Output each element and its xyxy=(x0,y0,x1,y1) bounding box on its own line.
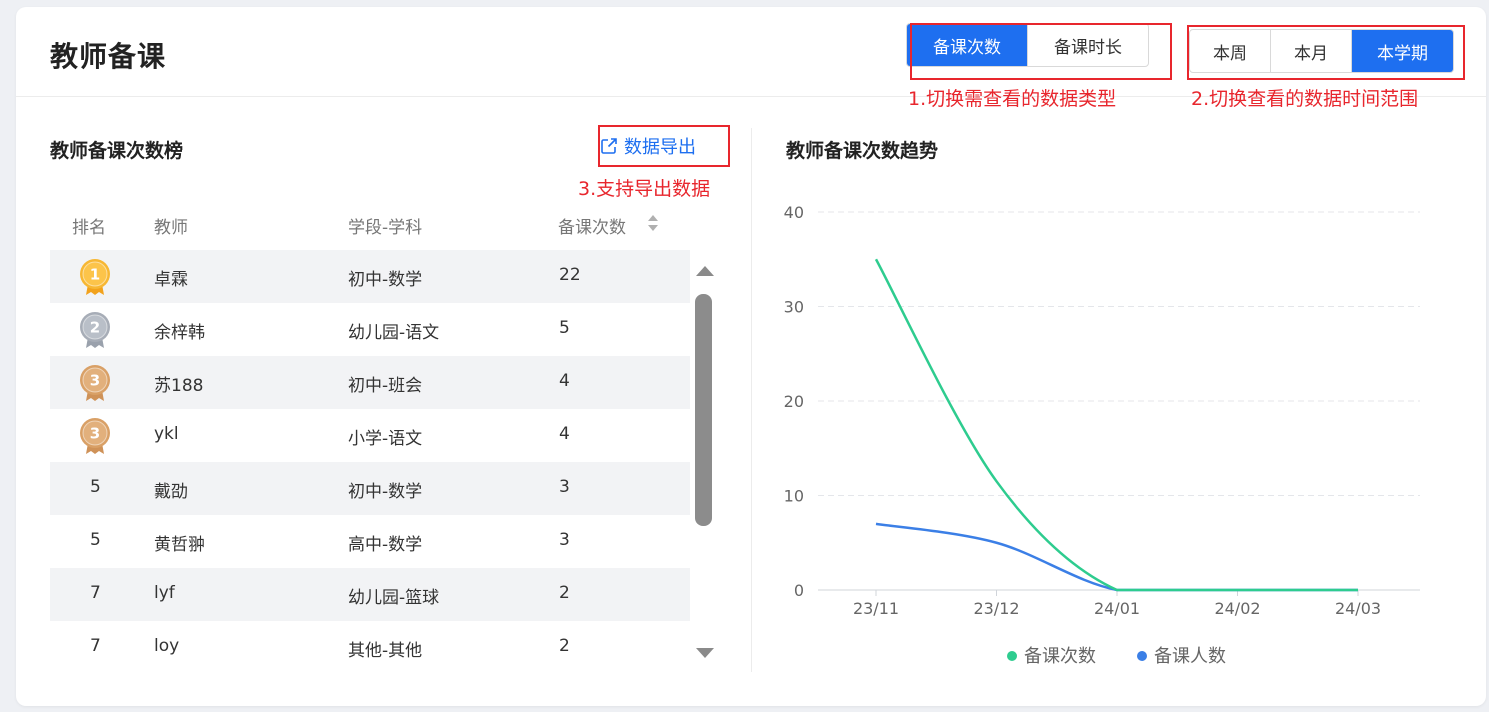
rank-value: 7 xyxy=(90,636,101,656)
col-teacher: 教师 xyxy=(154,218,188,238)
teacher-name: lyf xyxy=(154,583,175,603)
teacher-name: loy xyxy=(154,636,180,656)
export-data-link[interactable]: 数据导出 xyxy=(600,128,696,164)
legend-label: 备课人数 xyxy=(1154,646,1226,667)
export-label: 数据导出 xyxy=(624,137,696,158)
trend-title: 教师备课次数趋势 xyxy=(786,140,939,162)
teacher-name: 卓霖 xyxy=(154,270,188,290)
count-value: 3 xyxy=(559,530,570,550)
col-subject: 学段-学科 xyxy=(348,218,423,238)
teacher-name: 苏188 xyxy=(154,376,204,396)
teacher-name: ykl xyxy=(154,424,179,444)
x-tick-label: 24/02 xyxy=(1214,599,1260,618)
subject-value: 初中-班会 xyxy=(348,376,423,396)
export-icon xyxy=(601,138,617,154)
x-tick-label: 23/12 xyxy=(973,599,1019,618)
table-row: 7 lyf 幼儿园-篮球 2 xyxy=(50,568,690,621)
y-tick-label: 30 xyxy=(784,298,804,317)
subject-value: 初中-数学 xyxy=(348,482,423,502)
x-tick-label: 23/11 xyxy=(853,599,899,618)
ranking-title: 教师备课次数榜 xyxy=(50,140,184,162)
medal-gold-icon: 1 xyxy=(80,259,110,295)
subject-value: 初中-数学 xyxy=(348,270,423,290)
medal-bronze-icon: 3 xyxy=(80,365,110,401)
y-tick-label: 20 xyxy=(784,392,804,411)
scroll-down-arrow[interactable] xyxy=(696,648,714,658)
count-value: 3 xyxy=(559,477,570,497)
range-week-button[interactable]: 本周 xyxy=(1190,30,1271,72)
range-month-button[interactable]: 本月 xyxy=(1271,30,1352,72)
subject-value: 幼儿园-篮球 xyxy=(348,588,440,608)
count-value: 2 xyxy=(559,636,570,656)
medal-silver-icon: 2 xyxy=(80,312,110,348)
rank-value: 7 xyxy=(90,583,101,603)
count-value: 22 xyxy=(559,265,581,285)
metric-toggle: 备课次数 备课时长 xyxy=(906,23,1149,67)
count-value: 5 xyxy=(559,318,570,338)
metric-count-button[interactable]: 备课次数 xyxy=(907,24,1028,66)
scroll-thumb[interactable] xyxy=(695,294,712,526)
x-tick-label: 24/01 xyxy=(1094,599,1140,618)
page-title: 教师备课 xyxy=(50,40,167,73)
series-line xyxy=(875,522,1358,592)
annotation-metric-text: 1.切换需查看的数据类型 xyxy=(908,88,1117,110)
annotation-range-text: 2.切换查看的数据时间范围 xyxy=(1191,88,1419,110)
rank-value: 5 xyxy=(90,477,101,497)
medal-rank: 3 xyxy=(90,372,100,390)
trend-chart: 0 10 20 30 40 23/11 23/12 24/01 24/02 24/03 备课次数 备课… xyxy=(784,203,1420,667)
teacher-name: 余梓韩 xyxy=(154,323,205,343)
teacher-name: 戴劭 xyxy=(154,482,188,502)
y-tick-label: 10 xyxy=(784,487,804,506)
subject-value: 小学-语文 xyxy=(348,429,423,449)
medal-rank: 1 xyxy=(90,266,100,284)
x-tick-label: 24/03 xyxy=(1335,599,1381,618)
count-value: 4 xyxy=(559,424,570,444)
y-tick-label: 40 xyxy=(784,203,804,222)
sort-icon[interactable] xyxy=(647,213,659,233)
table-row: 3 苏188 初中-班会 4 xyxy=(50,356,690,409)
subject-value: 高中-数学 xyxy=(348,535,423,555)
count-value: 4 xyxy=(559,371,570,391)
subject-value: 其他-其他 xyxy=(348,641,423,661)
table-row: 7 loy 其他-其他 2 xyxy=(50,621,690,674)
rank-value: 5 xyxy=(90,530,101,550)
table-scrollbar[interactable] xyxy=(694,258,716,672)
series-line xyxy=(874,258,1358,592)
medal-bronze-icon: 3 xyxy=(80,418,110,454)
col-rank: 排名 xyxy=(72,218,106,238)
col-count[interactable]: 备课次数 xyxy=(558,213,626,238)
scroll-up-arrow[interactable] xyxy=(696,266,714,276)
metric-duration-button[interactable]: 备课时长 xyxy=(1028,24,1148,66)
table-row: 3 ykl 小学-语文 4 xyxy=(50,409,690,462)
table-row: 5 戴劭 初中-数学 3 xyxy=(50,462,690,515)
legend-marker xyxy=(1137,651,1147,661)
range-toggle: 本周 本月 本学期 xyxy=(1189,29,1454,73)
table-row: 1 卓霖 初中-数学 22 xyxy=(50,250,690,303)
section-divider xyxy=(751,128,752,672)
subject-value: 幼儿园-语文 xyxy=(348,323,440,343)
ranking-table: 排名 教师 学段-学科 备课次数 1 卓霖 初中-数学 22 2 余梓韩 幼儿园-语文 5 3 苏… xyxy=(50,198,718,674)
count-value: 2 xyxy=(559,583,570,603)
legend-marker xyxy=(1007,651,1017,661)
annotation-export-text: 3.支持导出数据 xyxy=(578,178,711,200)
legend-label: 备课次数 xyxy=(1024,646,1096,667)
teacher-name: 黄哲翀 xyxy=(154,535,205,555)
table-row: 2 余梓韩 幼儿园-语文 5 xyxy=(50,303,690,356)
table-body: 1 卓霖 初中-数学 22 2 余梓韩 幼儿园-语文 5 3 苏188 初中-班会 4 3 ykl 小学-语… xyxy=(50,250,718,674)
range-semester-button[interactable]: 本学期 xyxy=(1352,30,1453,72)
table-header: 排名 教师 学段-学科 备课次数 xyxy=(50,198,718,250)
table-row: 5 黄哲翀 高中-数学 3 xyxy=(50,515,690,568)
y-tick-label: 0 xyxy=(794,581,804,600)
medal-rank: 3 xyxy=(90,425,100,443)
medal-rank: 2 xyxy=(90,319,100,337)
